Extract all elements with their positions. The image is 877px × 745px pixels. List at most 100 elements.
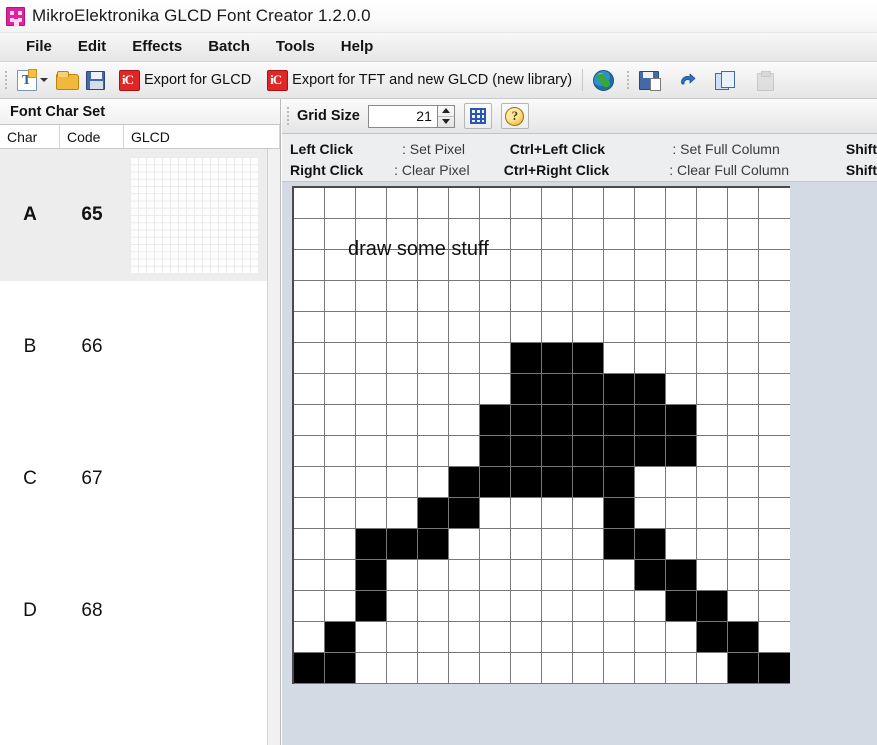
- pixel-cell[interactable]: [604, 219, 635, 250]
- pixel-cell[interactable]: [697, 405, 728, 436]
- pixel-cell[interactable]: [542, 405, 573, 436]
- table-row[interactable]: A 65: [0, 149, 280, 281]
- column-header-glcd[interactable]: GLCD: [124, 125, 280, 148]
- copy-button[interactable]: [711, 69, 739, 92]
- pixel-cell[interactable]: [480, 219, 511, 250]
- pixel-cell[interactable]: [418, 498, 449, 529]
- pixel-cell[interactable]: [387, 436, 418, 467]
- pixel-cell[interactable]: [759, 653, 790, 684]
- pixel-cell[interactable]: [449, 343, 480, 374]
- pixel-cell[interactable]: [294, 405, 325, 436]
- pixel-cell[interactable]: [635, 343, 666, 374]
- pixel-cell[interactable]: [387, 591, 418, 622]
- pixel-cell[interactable]: [542, 312, 573, 343]
- pixel-cell[interactable]: [356, 653, 387, 684]
- pixel-cell[interactable]: [666, 529, 697, 560]
- pixel-cell[interactable]: [604, 312, 635, 343]
- menu-item-tools[interactable]: Tools: [263, 35, 328, 59]
- chevron-down-icon[interactable]: [40, 78, 48, 82]
- pixel-cell[interactable]: [728, 529, 759, 560]
- grid-size-input[interactable]: 21: [367, 104, 438, 128]
- save-as-button[interactable]: [635, 69, 663, 92]
- pixel-cell[interactable]: [697, 281, 728, 312]
- pixel-cell[interactable]: [418, 250, 449, 281]
- pixel-cell[interactable]: [666, 436, 697, 467]
- pixel-cell[interactable]: [511, 343, 542, 374]
- pixel-cell[interactable]: [511, 374, 542, 405]
- pixel-cell[interactable]: [387, 560, 418, 591]
- web-button[interactable]: [589, 68, 618, 93]
- pixel-cell[interactable]: [387, 219, 418, 250]
- pixel-cell[interactable]: [418, 591, 449, 622]
- pixel-cell[interactable]: [635, 436, 666, 467]
- pixel-cell[interactable]: [480, 622, 511, 653]
- pixel-cell[interactable]: [666, 622, 697, 653]
- pixel-cell[interactable]: [511, 560, 542, 591]
- pixel-cell[interactable]: [449, 467, 480, 498]
- pixel-cell[interactable]: [697, 560, 728, 591]
- menu-item-effects[interactable]: Effects: [119, 35, 195, 59]
- pixel-cell[interactable]: [573, 560, 604, 591]
- pixel-cell[interactable]: [728, 467, 759, 498]
- pixel-cell[interactable]: [542, 281, 573, 312]
- pixel-cell[interactable]: [542, 622, 573, 653]
- pixel-cell[interactable]: [449, 560, 480, 591]
- pixel-cell[interactable]: [449, 188, 480, 219]
- pixel-cell[interactable]: [604, 591, 635, 622]
- pixel-cell[interactable]: [604, 622, 635, 653]
- pixel-cell[interactable]: [697, 498, 728, 529]
- pixel-cell[interactable]: [480, 374, 511, 405]
- pixel-cell[interactable]: [418, 653, 449, 684]
- pixel-cell[interactable]: [387, 281, 418, 312]
- pixel-cell[interactable]: [294, 312, 325, 343]
- pixel-cell[interactable]: [542, 374, 573, 405]
- pixel-cell[interactable]: [728, 560, 759, 591]
- pixel-cell[interactable]: [573, 281, 604, 312]
- open-button[interactable]: [52, 69, 82, 91]
- pixel-cell[interactable]: [511, 436, 542, 467]
- pixel-cell[interactable]: [666, 653, 697, 684]
- table-row[interactable]: D 68: [0, 545, 280, 677]
- pixel-cell[interactable]: [604, 653, 635, 684]
- pixel-cell[interactable]: [356, 343, 387, 374]
- pixel-cell[interactable]: [511, 219, 542, 250]
- pixel-cell[interactable]: [573, 405, 604, 436]
- pixel-cell[interactable]: [480, 436, 511, 467]
- pixel-cell[interactable]: [325, 188, 356, 219]
- pixel-cell[interactable]: [387, 498, 418, 529]
- pixel-cell[interactable]: [759, 498, 790, 529]
- pixel-cell[interactable]: [635, 374, 666, 405]
- undo-button[interactable]: [673, 69, 701, 92]
- pixel-cell[interactable]: [697, 591, 728, 622]
- pixel-cell[interactable]: [480, 312, 511, 343]
- pixel-cell[interactable]: [666, 250, 697, 281]
- pixel-cell[interactable]: [666, 405, 697, 436]
- pixel-cell[interactable]: [449, 250, 480, 281]
- menu-item-file[interactable]: File: [13, 35, 65, 59]
- pixel-cell[interactable]: [449, 374, 480, 405]
- pixel-cell[interactable]: [666, 498, 697, 529]
- pixel-cell[interactable]: [387, 343, 418, 374]
- pixel-cell[interactable]: [697, 312, 728, 343]
- pixel-cell[interactable]: [573, 498, 604, 529]
- pixel-cell[interactable]: [356, 498, 387, 529]
- pixel-cell[interactable]: [294, 622, 325, 653]
- pixel-cell[interactable]: [728, 250, 759, 281]
- pixel-cell[interactable]: [418, 374, 449, 405]
- pixel-cell[interactable]: [449, 591, 480, 622]
- pixel-cell[interactable]: [418, 343, 449, 374]
- pixel-cell[interactable]: [635, 250, 666, 281]
- pixel-cell[interactable]: [294, 529, 325, 560]
- pixel-cell[interactable]: [728, 188, 759, 219]
- pixel-cell[interactable]: [294, 250, 325, 281]
- pixel-cell[interactable]: [480, 591, 511, 622]
- pixel-cell[interactable]: [728, 405, 759, 436]
- pixel-cell[interactable]: [294, 343, 325, 374]
- pixel-cell[interactable]: [759, 219, 790, 250]
- pixel-cell[interactable]: [511, 467, 542, 498]
- pixel-cell[interactable]: [480, 250, 511, 281]
- pixel-cell[interactable]: [294, 498, 325, 529]
- pixel-cell[interactable]: [480, 498, 511, 529]
- pixel-cell[interactable]: [697, 188, 728, 219]
- pixel-cell[interactable]: [418, 436, 449, 467]
